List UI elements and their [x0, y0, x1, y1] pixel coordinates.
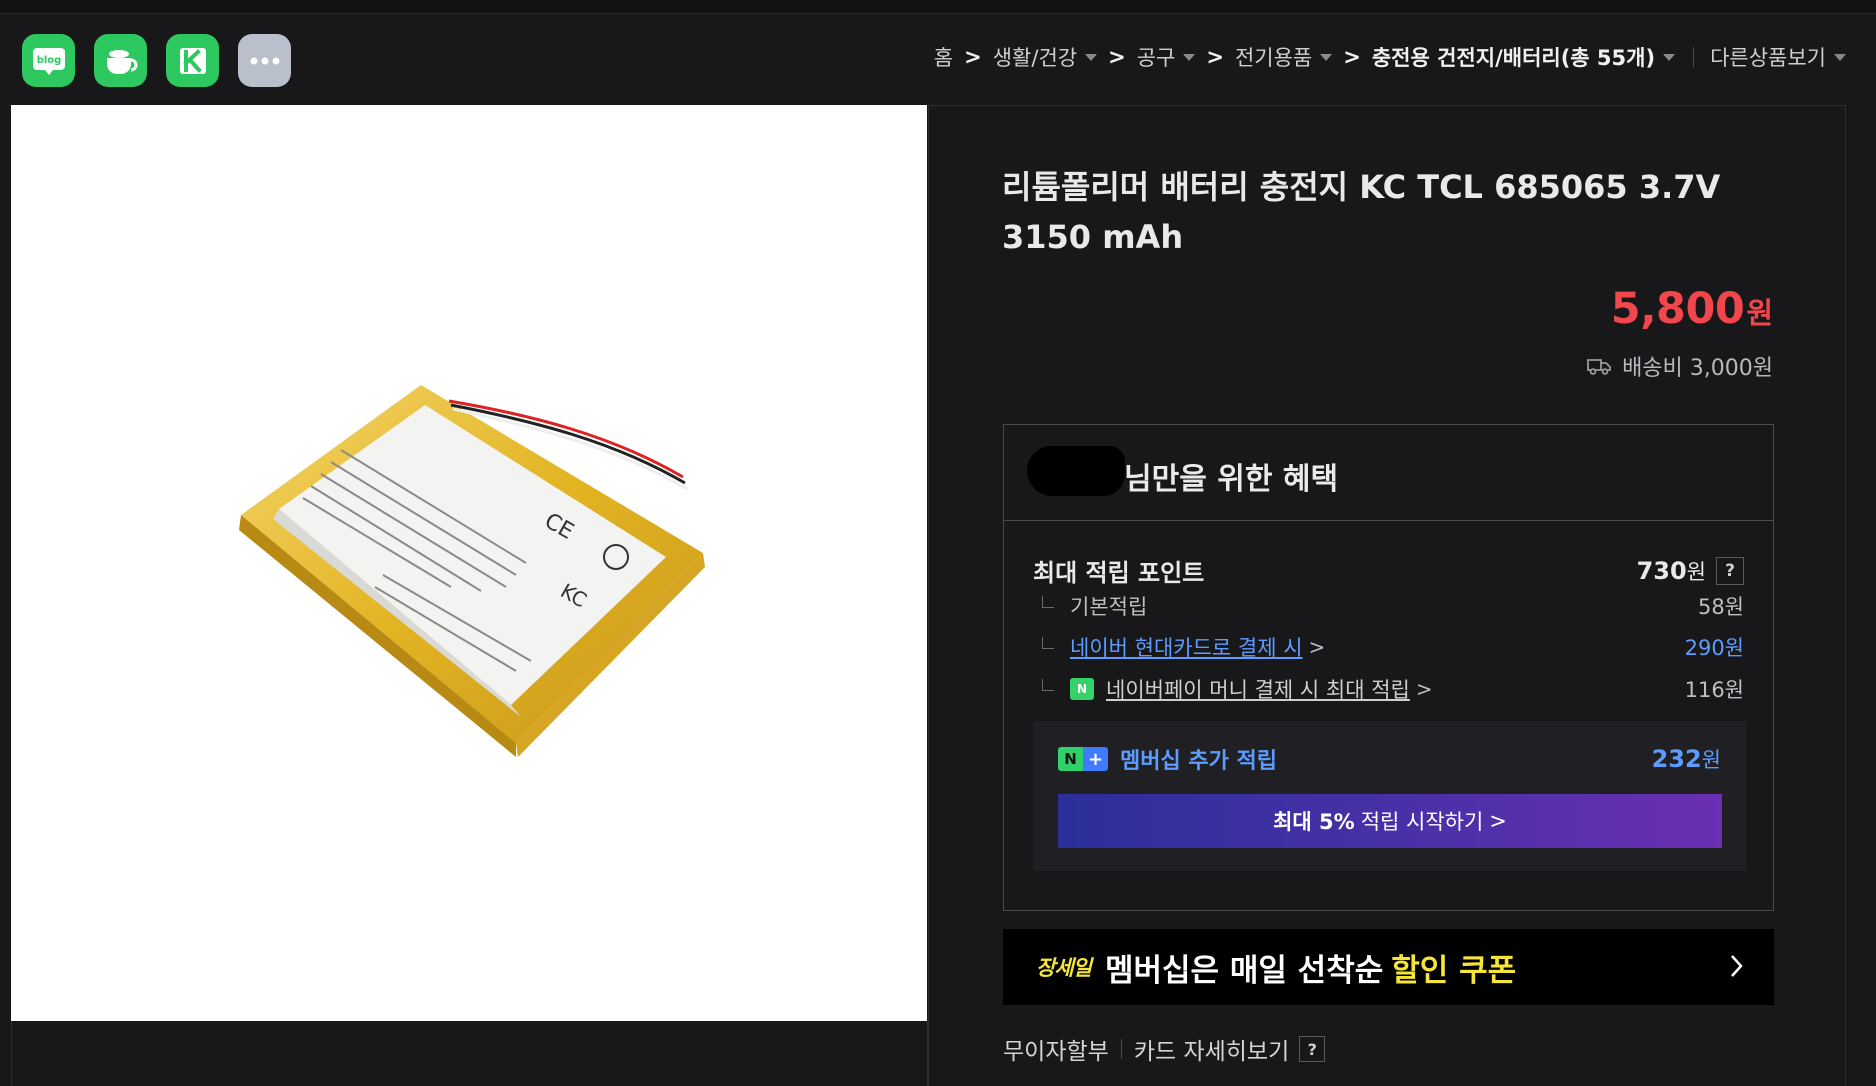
breadcrumb-home[interactable]: 홈 [934, 42, 953, 72]
breadcrumb-divider [1693, 47, 1695, 67]
breadcrumb-separator: > [964, 45, 982, 69]
membership-unit: 원 [1701, 748, 1721, 772]
help-icon[interactable]: ? [1716, 556, 1744, 585]
membership-number: 232 [1651, 745, 1702, 773]
product-info-panel: 리튬폴리머 배터리 충전지 KC TCL 685065 3.7V 3150 mA… [928, 105, 1846, 1086]
caret-down-icon [1663, 53, 1676, 61]
basic-points-row: 기본적립 58원 [1042, 591, 1744, 621]
max-points-number: 730 [1636, 556, 1687, 585]
membership-label: 멤버십 추가 적립 [1120, 749, 1277, 774]
breadcrumb-label: 충전용 건전지/배터리(총 55개) [1371, 46, 1656, 70]
membership-button-bold: 최대 5% [1273, 810, 1355, 834]
tree-branch-icon [1042, 596, 1054, 608]
banner-main-text: 멤버십은 매일 선착순 [1104, 952, 1384, 989]
membership-row: N + 멤버십 추가 적립 232원 [1058, 743, 1721, 775]
breadcrumb-label: 전기용품 [1234, 46, 1313, 70]
chevron-right-icon: > [1308, 635, 1326, 659]
npay-points-row: N 네이버페이 머니 결제 시 최대 적립 > 116원 [1042, 674, 1744, 704]
help-icon[interactable]: ? [1299, 1036, 1326, 1062]
caret-down-icon [1183, 53, 1196, 61]
npay-money-link[interactable]: 네이버페이 머니 결제 시 최대 적립 [1106, 674, 1410, 704]
divider [1120, 1039, 1122, 1059]
card-points-row: 네이버 현대카드로 결제 시 > 290원 [1042, 632, 1744, 662]
basic-points-value: 58원 [1697, 595, 1744, 619]
shipping-info: 배송비 3,000원 [1586, 350, 1773, 382]
price-value: 5,800 [1610, 284, 1745, 334]
product-image[interactable]: CE KC [11, 105, 927, 1021]
caret-down-icon [1320, 53, 1333, 61]
chevron-right-icon: > [1489, 809, 1507, 833]
battery-image: CE KC [239, 385, 705, 757]
top-strip [0, 0, 1876, 14]
breadcrumb-separator: > [1206, 45, 1224, 69]
benefit-box: 님만을 위한 혜택 최대 적립 포인트 730 원 ? 기본적립 58원 네이버… [1003, 424, 1774, 911]
membership-button-text: 적립 시작하기 [1360, 810, 1484, 834]
membership-section: N + 멤버십 추가 적립 232원 최대 5% 적립 시작하기 > [1033, 721, 1746, 871]
naver-plus-icon: N + [1058, 747, 1108, 771]
basic-points-label: 기본적립 [1070, 595, 1148, 619]
max-points-value: 730 원 ? [1637, 556, 1744, 586]
chevron-right-icon [1731, 955, 1743, 977]
product-title: 리튬폴리머 배터리 충전지 KC TCL 685065 3.7V 3150 mA… [1002, 168, 1721, 256]
installment-label: 무이자할부 [1003, 1039, 1109, 1065]
redacted-username [1027, 446, 1125, 496]
breadcrumb-label: 공구 [1136, 46, 1176, 70]
truck-icon [1587, 359, 1611, 375]
more-icon[interactable] [238, 34, 291, 87]
breadcrumb-item-living[interactable]: 생활/건강 [992, 42, 1098, 72]
benefit-header: 님만을 위한 혜택 [1004, 425, 1773, 521]
cafe-icon[interactable] [94, 34, 147, 87]
tree-branch-icon [1042, 679, 1054, 691]
other-products-link[interactable]: 다른상품보기 [1710, 42, 1846, 72]
installment-row: 무이자할부 카드 자세히보기 ? [1003, 1032, 1326, 1066]
breadcrumb-label: 생활/건강 [992, 46, 1078, 70]
breadcrumb-current[interactable]: 충전용 건전지/배터리(총 55개) [1371, 42, 1676, 72]
membership-value: 232원 [1652, 744, 1721, 774]
membership-start-button[interactable]: 최대 5% 적립 시작하기 > [1058, 794, 1722, 848]
max-points-label: 최대 적립 포인트 [1033, 559, 1205, 587]
kinfolk-icon[interactable] [166, 34, 219, 87]
chevron-right-icon: > [1415, 677, 1433, 701]
banner-highlight: 할인 쿠폰 [1391, 952, 1517, 989]
service-icons: blog [22, 34, 291, 87]
breadcrumb-separator: > [1108, 45, 1126, 69]
max-points-unit: 원 [1686, 559, 1706, 584]
npay-points-value: 116원 [1684, 678, 1744, 702]
image-footer [11, 1021, 928, 1086]
card-details-link[interactable]: 카드 자세히보기 [1134, 1032, 1289, 1066]
breadcrumb-item-electric[interactable]: 전기용품 [1234, 42, 1333, 72]
naver-pay-icon: N [1070, 678, 1094, 700]
max-points-row: 최대 적립 포인트 730 원 ? [1033, 553, 1744, 588]
breadcrumb-separator: > [1343, 45, 1361, 69]
banner-brand: 장세일 [1036, 956, 1092, 980]
price-unit: 원 [1746, 296, 1773, 330]
breadcrumb-label: 다른상품보기 [1710, 46, 1826, 70]
breadcrumb-item-tools[interactable]: 공구 [1137, 42, 1196, 72]
blog-icon-label: blog [36, 55, 61, 66]
benefit-title: 님만을 위한 혜택 [1124, 462, 1339, 497]
card-points-value: 290원 [1684, 636, 1744, 660]
hyundai-card-link[interactable]: 네이버 현대카드로 결제 시 [1070, 632, 1303, 662]
banner-text: 멤버십은 매일 선착순 할인 쿠폰 [1105, 945, 1516, 990]
product-price: 5,800 원 [1611, 284, 1773, 334]
caret-down-icon [1834, 53, 1846, 61]
membership-coupon-banner[interactable]: 장세일 멤버십은 매일 선착순 할인 쿠폰 [1003, 929, 1774, 1005]
caret-down-icon [1085, 53, 1098, 61]
blog-icon[interactable]: blog [22, 34, 75, 87]
tree-branch-icon [1042, 637, 1054, 649]
breadcrumb: 홈 > 생활/건강 > 공구 > 전기용품 > 충전용 건전지/배터리(총 55… [934, 42, 1846, 72]
shipping-text: 배송비 3,000원 [1622, 356, 1773, 381]
